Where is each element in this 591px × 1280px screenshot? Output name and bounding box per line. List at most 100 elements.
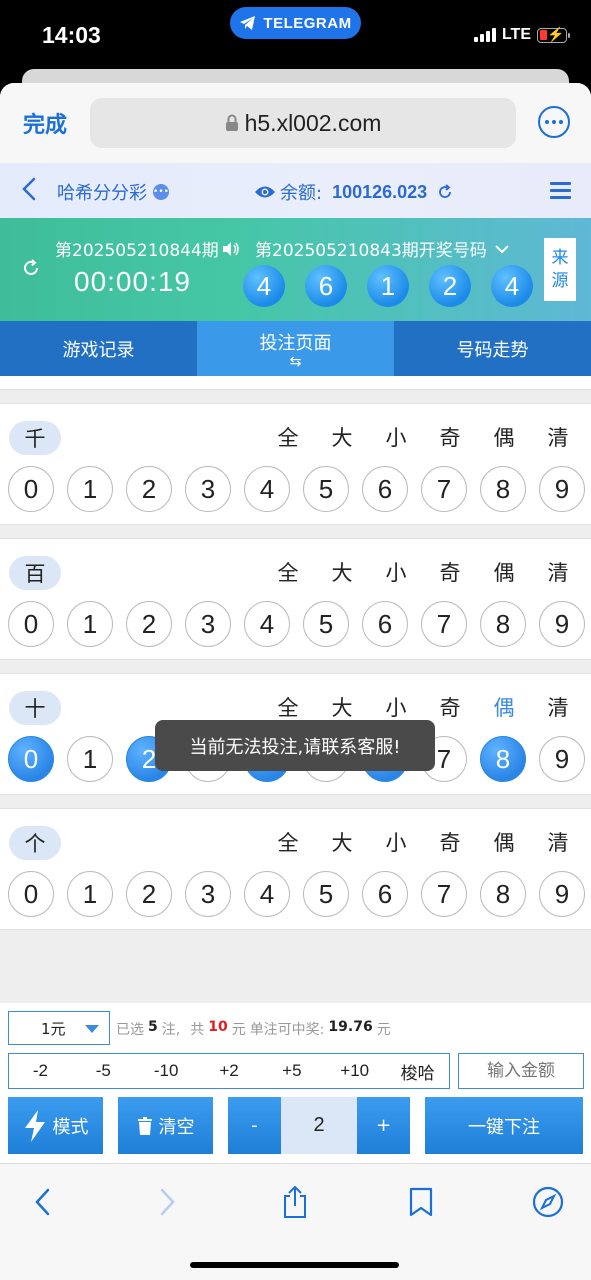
back-nav-icon[interactable] <box>22 1182 62 1222</box>
back-icon[interactable] <box>22 177 36 207</box>
digit-button[interactable]: 8 <box>480 466 526 512</box>
refresh-icon[interactable] <box>22 258 40 282</box>
quick-select-button[interactable]: 清 <box>531 422 585 452</box>
refresh-balance-icon[interactable] <box>437 184 453 200</box>
digit-button[interactable]: 4 <box>244 871 290 917</box>
digit-button[interactable]: 7 <box>421 466 467 512</box>
digit-button[interactable]: 0 <box>8 871 54 917</box>
more-options-button[interactable] <box>538 106 570 138</box>
compass-icon[interactable] <box>528 1182 568 1222</box>
quick-select-button[interactable]: 大 <box>315 827 369 857</box>
clear-button[interactable]: 清空 <box>118 1097 213 1154</box>
quick-select-button[interactable]: 小 <box>369 557 423 587</box>
digit-button[interactable]: 2 <box>126 466 172 512</box>
quick-select-button[interactable]: 偶 <box>477 827 531 857</box>
digit-button[interactable]: 9 <box>539 736 585 782</box>
tab-game-records[interactable]: 游戏记录 <box>0 321 197 376</box>
quick-select-button[interactable]: 奇 <box>423 557 477 587</box>
win-amount: 19.76 <box>328 1019 373 1035</box>
quick-select-button[interactable]: 大 <box>315 692 369 722</box>
quick-select-button[interactable]: 小 <box>369 827 423 857</box>
quick-amount-button[interactable]: 梭哈 <box>386 1059 449 1084</box>
forward-nav-icon[interactable] <box>148 1182 188 1222</box>
quick-select-button[interactable]: 清 <box>531 692 585 722</box>
telegram-label: TELEGRAM <box>263 14 352 32</box>
digit-button[interactable]: 8 <box>480 871 526 917</box>
digit-button[interactable]: 1 <box>67 601 113 647</box>
quick-select-button[interactable]: 偶 <box>477 422 531 452</box>
digit-button[interactable]: 1 <box>67 871 113 917</box>
digit-button[interactable]: 8 <box>480 601 526 647</box>
chevron-down-icon <box>495 244 509 253</box>
digit-button[interactable]: 1 <box>67 466 113 512</box>
digit-button[interactable]: 0 <box>8 466 54 512</box>
url-bar[interactable]: h5.xl002.com <box>90 98 516 148</box>
tab-bet-page[interactable]: 投注页面 ⇆ <box>197 321 394 376</box>
quick-select-button[interactable]: 偶 <box>477 557 531 587</box>
quick-amount-button[interactable]: -2 <box>9 1061 72 1081</box>
done-button[interactable]: 完成 <box>23 107 67 139</box>
digit-button[interactable]: 3 <box>185 466 231 512</box>
quick-select-button[interactable]: 小 <box>369 692 423 722</box>
digit-button[interactable]: 5 <box>303 466 349 512</box>
mode-button[interactable]: 模式 <box>8 1097 103 1154</box>
digit-button[interactable]: 9 <box>539 601 585 647</box>
place-bet-button[interactable]: 一键下注 <box>425 1097 583 1154</box>
digit-button[interactable]: 7 <box>421 601 467 647</box>
multiplier-plus-button[interactable]: + <box>357 1097 410 1154</box>
quick-amount-button[interactable]: +2 <box>198 1061 261 1081</box>
digit-button[interactable]: 3 <box>185 871 231 917</box>
quick-select-button[interactable]: 全 <box>261 827 315 857</box>
unit-select[interactable]: 1元 <box>8 1011 110 1045</box>
digit-button[interactable]: 2 <box>126 601 172 647</box>
share-icon[interactable] <box>275 1182 315 1222</box>
quick-select-button[interactable]: 大 <box>315 557 369 587</box>
current-period-label: 第202505210844期 <box>55 241 219 261</box>
amount-input[interactable] <box>458 1053 584 1089</box>
quick-amount-button[interactable]: -5 <box>72 1061 135 1081</box>
quick-amount-button[interactable]: -10 <box>135 1061 198 1081</box>
digit-button[interactable]: 6 <box>362 601 408 647</box>
bookmarks-icon[interactable] <box>401 1182 441 1222</box>
tab-number-trend[interactable]: 号码走势 <box>394 321 591 376</box>
quick-amount-button[interactable]: +5 <box>260 1061 323 1081</box>
quick-select-button[interactable]: 小 <box>369 422 423 452</box>
multiplier-minus-button[interactable]: - <box>228 1097 281 1154</box>
digit-button[interactable]: 0 <box>8 736 54 782</box>
quick-amount-button[interactable]: +10 <box>323 1061 386 1081</box>
quick-select-button[interactable]: 全 <box>261 422 315 452</box>
digit-button[interactable]: 4 <box>244 601 290 647</box>
quick-select-button[interactable]: 奇 <box>423 692 477 722</box>
digit-button[interactable]: 1 <box>67 736 113 782</box>
game-selector[interactable]: 哈希分分彩 ••• <box>57 179 169 205</box>
menu-icon[interactable] <box>550 182 571 199</box>
quick-select-button[interactable]: 奇 <box>423 827 477 857</box>
digit-button[interactable]: 4 <box>244 466 290 512</box>
quick-select-button[interactable]: 清 <box>531 557 585 587</box>
quick-select-button[interactable]: 奇 <box>423 422 477 452</box>
quick-select-group: 全大小奇偶清 <box>261 422 585 452</box>
multiplier-value[interactable]: 2 <box>281 1097 357 1154</box>
digit-button[interactable]: 2 <box>126 871 172 917</box>
eye-icon[interactable] <box>254 185 276 199</box>
digit-button[interactable]: 6 <box>362 466 408 512</box>
quick-select-button[interactable]: 全 <box>261 557 315 587</box>
previous-draw-selector[interactable]: 第202505210843期开奖号码 <box>255 236 509 261</box>
digit-button[interactable]: 0 <box>8 601 54 647</box>
digit-button[interactable]: 3 <box>185 601 231 647</box>
quick-select-button[interactable]: 清 <box>531 827 585 857</box>
digit-button[interactable]: 7 <box>421 871 467 917</box>
digit-button[interactable]: 9 <box>539 871 585 917</box>
digit-button[interactable]: 9 <box>539 466 585 512</box>
quick-select-button[interactable]: 大 <box>315 422 369 452</box>
digit-button[interactable]: 6 <box>362 871 408 917</box>
digit-button[interactable]: 5 <box>303 601 349 647</box>
quick-select-button[interactable]: 全 <box>261 692 315 722</box>
source-button[interactable]: 来 源 <box>544 238 576 301</box>
digit-button[interactable]: 8 <box>480 736 526 782</box>
telegram-return-pill[interactable]: TELEGRAM <box>230 7 361 39</box>
quick-select-button[interactable]: 偶 <box>477 692 531 722</box>
digit-button[interactable]: 5 <box>303 871 349 917</box>
speaker-icon[interactable] <box>222 241 240 257</box>
swap-icon: ⇆ <box>289 353 302 370</box>
